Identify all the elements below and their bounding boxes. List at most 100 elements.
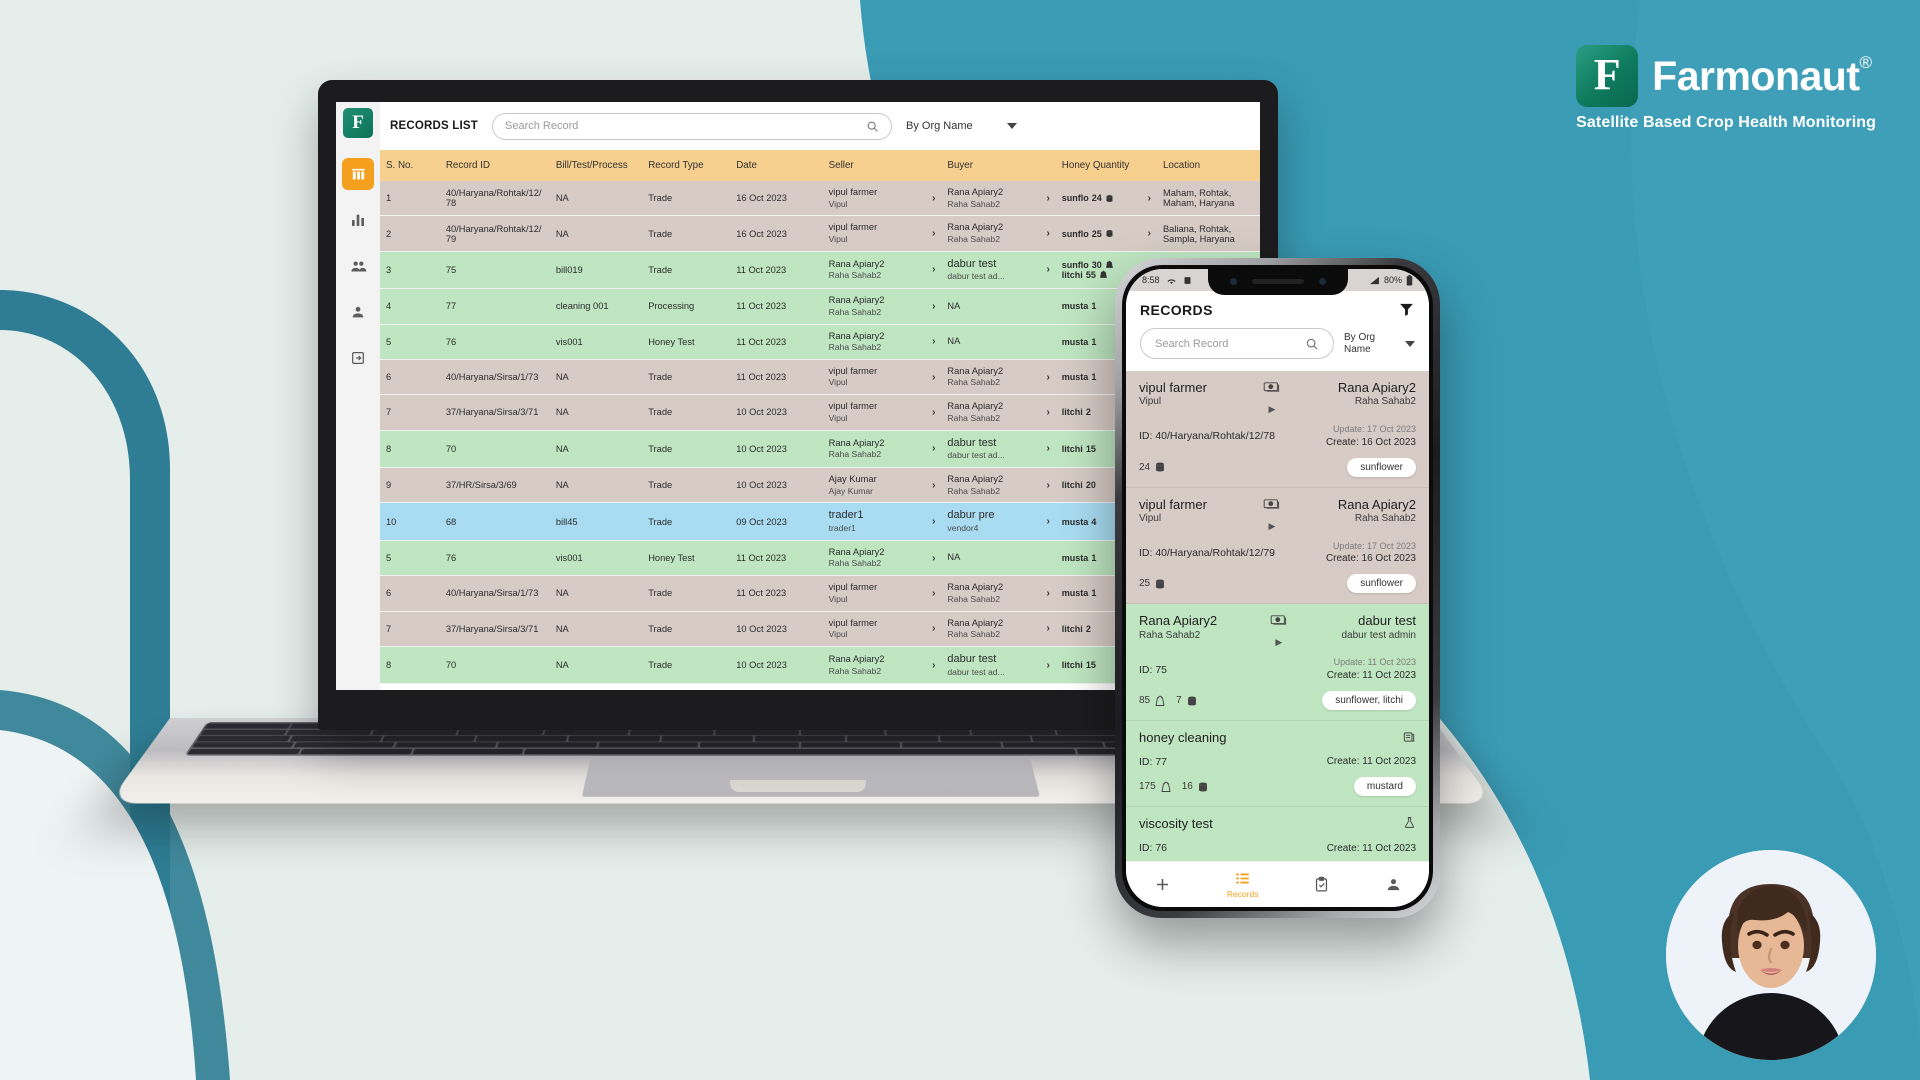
phone-record-card[interactable]: vipul farmer Vipul ▶ Rana Apiary2 Raha Sahab… [1126,371,1429,488]
qty-line: musta 1 [1062,372,1097,382]
sidebar-item-records[interactable] [342,158,374,190]
card-qty: 7 [1176,695,1198,707]
buyer-chevron-icon[interactable]: › [1042,193,1049,204]
col-date[interactable]: Date [730,150,823,181]
phone-record-card[interactable]: Rana Apiary2 Raha Sahab2 ▶ dabur test dabur … [1126,604,1429,722]
qty-line: musta 1 [1062,301,1097,311]
card-crop-pill: sunflower, litchi [1322,691,1416,711]
buyer-chevron-icon[interactable]: › [1042,443,1049,454]
phone-search-input[interactable] [1155,337,1297,350]
card-buyer-name: Rana Apiary2 [1337,380,1416,395]
seller-chevron-icon[interactable]: › [928,264,935,275]
seller-chevron-icon[interactable]: › [928,372,935,383]
buyer-chevron-icon[interactable]: › [1042,228,1049,239]
seller-chevron-icon[interactable]: › [928,336,935,347]
seller-chevron-icon[interactable]: › [928,480,935,491]
col-record-id[interactable]: Record ID [439,150,550,181]
phone-record-card[interactable]: honey cleaning ID: 77 Create: 11 Oct 2023 1… [1126,721,1429,808]
logout-icon [352,352,364,364]
cell-type: Trade [642,467,731,504]
card-create-date: Create: 11 Oct 2023 [1326,842,1416,854]
cell-buyer: Rana Apiary2 Raha Sahab2 › [941,181,1056,217]
buyer-chevron-icon[interactable]: › [1042,588,1049,599]
seller-chevron-icon[interactable]: › [928,553,935,564]
seller-name: vipul farmer [828,401,878,412]
sidebar-item-groups[interactable] [342,250,374,282]
seller-sub: Raha Sahab2 [828,665,882,676]
seller-name: vipul farmer [828,582,878,593]
phone-record-card[interactable]: vipul farmer Vipul ▶ Rana Apiary2 Raha Sahab… [1126,487,1429,605]
qty-line: litchi 15 [1062,444,1096,454]
seller-chevron-icon[interactable]: › [928,516,935,527]
expand-chevron-icon[interactable]: › [1144,193,1151,204]
tab-records[interactable]: Records [1227,870,1259,899]
col-location[interactable]: Location [1156,150,1260,181]
seller-chevron-icon[interactable]: › [928,193,935,204]
tab-tasks[interactable] [1313,876,1330,893]
buyer-chevron-icon[interactable]: › [1042,372,1049,383]
cell-date: 11 Oct 2023 [730,324,823,360]
buyer-chevron-icon[interactable]: › [1042,264,1049,275]
qty-amount: 1 [1091,372,1097,383]
col-sno[interactable]: S. No. [380,150,440,181]
cell-type: Trade [642,394,731,431]
sidebar-item-logout[interactable] [342,342,374,374]
cell-buyer: Rana Apiary2 Raha Sahab2 › [941,467,1056,504]
seller-chevron-icon[interactable]: › [928,623,935,634]
buyer-chevron-icon[interactable]: › [1042,623,1049,634]
tab-add[interactable] [1153,875,1172,894]
battery-icon [1406,274,1413,285]
sort-by-org-dropdown[interactable]: By Org Name [906,120,1017,132]
cell-date: 11 Oct 2023 [730,575,823,612]
card-title: viscosity test [1139,816,1213,832]
expand-chevron-icon[interactable]: › [1144,228,1151,239]
status-time: 8:58 [1142,275,1160,285]
col-buyer[interactable]: Buyer [941,150,1056,181]
cell-seller: Rana Apiary2 Raha Sahab2 › [822,324,942,360]
buyer-chevron-icon[interactable]: › [1042,480,1049,491]
buyer-name: Rana Apiary2 [947,365,1004,376]
card-create-date: Create: 11 Oct 2023 [1326,756,1416,768]
buyer-chevron-icon[interactable]: › [1042,516,1049,527]
buyer-chevron-icon[interactable]: › [1042,407,1049,418]
seller-chevron-icon[interactable]: › [928,443,935,454]
col-qty[interactable]: Honey Quantity [1055,150,1157,181]
phone-search-record-box[interactable] [1140,328,1334,359]
col-seller[interactable]: Seller [822,150,942,181]
sidebar-item-profile[interactable] [342,296,374,328]
qty-crop: musta [1061,301,1089,312]
search-record-box[interactable] [492,112,893,140]
buyer-chevron-icon[interactable]: › [1042,660,1049,671]
cell-sno: 2 [380,215,440,252]
col-bill[interactable]: Bill/Test/Process [549,150,643,181]
cell-record-id: 70 [439,646,550,685]
seller-chevron-icon[interactable]: › [928,228,935,239]
cell-record-id: 40/Haryana/Rohtak/12/79 [439,215,550,252]
seller-chevron-icon[interactable]: › [928,407,935,418]
seller-chevron-icon[interactable]: › [928,660,935,671]
chevron-down-icon[interactable] [1405,340,1415,347]
cell-bill: NA [549,215,643,252]
card-id: ID: 76 [1139,842,1168,855]
seller-chevron-icon[interactable]: › [928,301,935,312]
cell-type: Trade [642,359,731,396]
col-type[interactable]: Record Type [642,150,731,181]
card-crop-pill: sunflower [1347,574,1416,594]
clipboard-check-icon [1315,876,1328,892]
table-row[interactable]: 2 40/Haryana/Rohtak/12/79 NA Trade 16 Oct 20… [380,215,1260,252]
phone-records-list[interactable]: vipul farmer Vipul ▶ Rana Apiary2 Raha Sahab… [1126,371,1429,861]
search-input[interactable] [505,120,859,132]
qty-crop: litchi [1061,269,1083,280]
filter-icon[interactable] [1398,301,1415,318]
phone-record-card[interactable]: viscosity test ID: 76 Create: 11 Oct 2023 [1126,807,1429,861]
phone-sort-label[interactable]: By Org Name [1344,332,1395,355]
cell-buyer: Rana Apiary2 Raha Sahab2 › [941,359,1056,396]
qty-amount: 1 [1091,553,1097,564]
seller-chevron-icon[interactable]: › [928,588,935,599]
sidebar-item-analytics[interactable] [342,204,374,236]
tab-profile[interactable] [1385,876,1402,893]
table-row[interactable]: 1 40/Haryana/Rohtak/12/78 NA Trade 16 Oct 20… [380,181,1260,217]
qty-line: litchi 15 [1062,660,1096,670]
money-transfer-icon [1264,382,1280,392]
qty-amount: 15 [1085,660,1096,671]
